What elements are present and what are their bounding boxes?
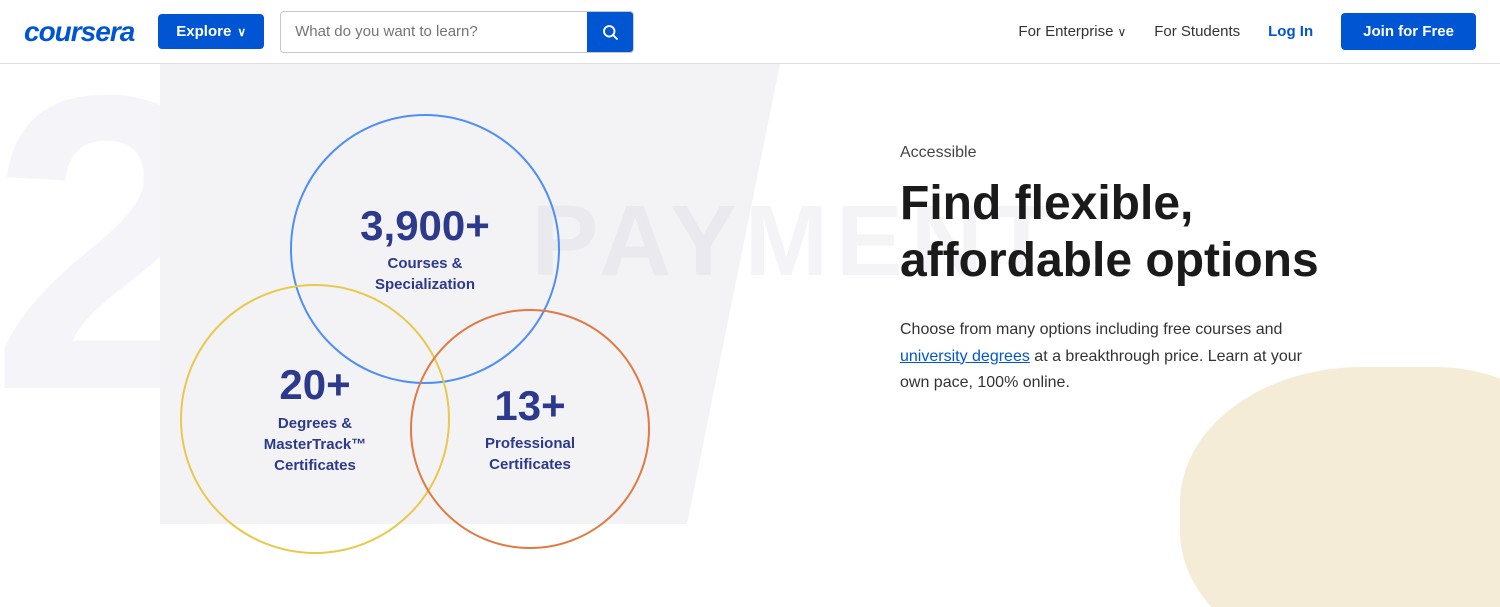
enterprise-link[interactable]: For Enterprise ∨ <box>1018 23 1126 40</box>
login-link[interactable]: Log In <box>1268 23 1313 40</box>
headline-line2: affordable options <box>900 234 1319 287</box>
hero-headline: Find flexible, affordable options <box>900 176 1440 289</box>
headline-line1: Find flexible, <box>900 177 1193 230</box>
explore-button[interactable]: Explore ∨ <box>158 14 264 49</box>
hero-right: Accessible Find flexible, affordable opt… <box>860 64 1500 607</box>
coursera-logo[interactable]: coursera <box>24 16 134 48</box>
circle-certs: 13+ Professional Certificates <box>410 309 650 549</box>
accessible-label: Accessible <box>900 144 1440 162</box>
explore-label: Explore <box>176 23 231 40</box>
degrees-number: 20+ <box>279 362 350 408</box>
enterprise-chevron-icon: ∨ <box>1117 25 1126 39</box>
hero-body-text: Choose from many options including free … <box>900 317 1320 396</box>
nav-links: For Enterprise ∨ For Students Log In Joi… <box>1018 13 1476 50</box>
navbar: coursera Explore ∨ For Enterprise ∨ For … <box>0 0 1500 64</box>
join-button[interactable]: Join for Free <box>1341 13 1476 50</box>
courses-number: 3,900+ <box>360 203 490 249</box>
hero-left: 20 3,900+ Courses & Specialization 20+ D… <box>0 64 860 607</box>
hero-section: 20 3,900+ Courses & Specialization 20+ D… <box>0 64 1500 607</box>
search-button[interactable] <box>587 12 633 52</box>
search-icon <box>601 23 619 41</box>
students-link[interactable]: For Students <box>1154 23 1240 40</box>
body-text-1: Choose from many options including free … <box>900 321 1282 338</box>
courses-label: Courses & Specialization <box>350 253 500 295</box>
search-input[interactable] <box>281 12 587 52</box>
chevron-down-icon: ∨ <box>237 25 246 39</box>
venn-diagram: 3,900+ Courses & Specialization 20+ Degr… <box>180 114 760 604</box>
hero-blob-decoration <box>1180 367 1500 607</box>
certs-number: 13+ <box>494 383 565 429</box>
certs-label: Professional Certificates <box>455 433 605 475</box>
degrees-label: Degrees & MasterTrack™ Certificates <box>240 413 390 476</box>
university-degrees-link[interactable]: university degrees <box>900 348 1030 365</box>
search-bar <box>280 11 634 53</box>
